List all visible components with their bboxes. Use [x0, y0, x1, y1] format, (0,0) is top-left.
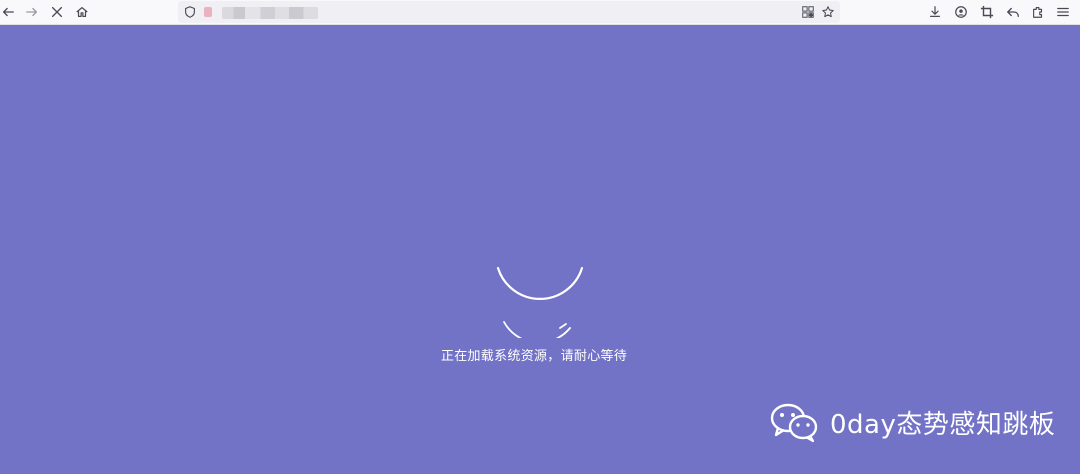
watermark: 0day态势感知跳板 — [770, 400, 1055, 444]
account-icon[interactable] — [951, 3, 971, 21]
undo-icon[interactable] — [1003, 3, 1023, 21]
url-text-blurred[interactable] — [222, 7, 318, 19]
url-bar[interactable] — [178, 1, 840, 23]
screenshot-icon[interactable] — [977, 3, 997, 21]
back-icon[interactable] — [0, 3, 18, 21]
loading-spinner-icon — [496, 266, 584, 338]
extensions-icon[interactable] — [1028, 3, 1048, 21]
download-icon[interactable] — [925, 3, 945, 21]
shield-icon[interactable] — [180, 3, 200, 21]
watermark-text: 0day态势感知跳板 — [830, 409, 1056, 440]
home-icon[interactable] — [72, 3, 92, 21]
forward-icon[interactable] — [22, 3, 42, 21]
qr-code-icon[interactable] — [798, 3, 818, 21]
loading-message: 正在加载系统资源，请耐心等待 — [440, 349, 628, 364]
favicon-icon — [204, 7, 212, 17]
browser-toolbar — [0, 0, 1080, 25]
stop-icon[interactable] — [47, 3, 67, 21]
wechat-logo-icon — [770, 403, 818, 443]
bookmark-star-icon[interactable] — [818, 3, 838, 21]
menu-icon[interactable] — [1053, 3, 1073, 21]
